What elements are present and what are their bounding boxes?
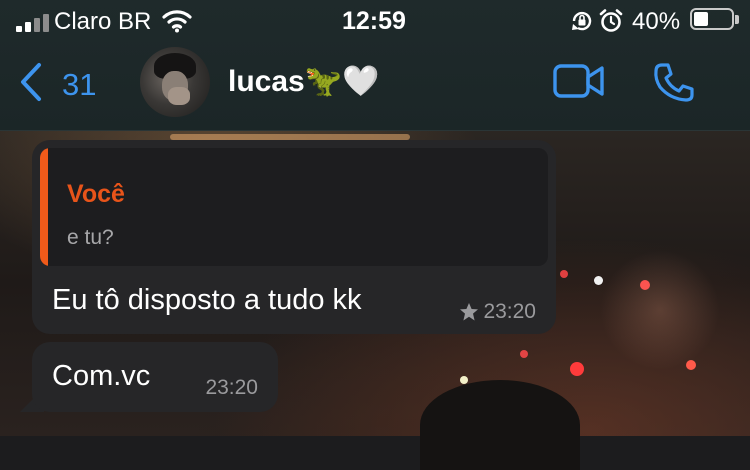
battery-level-fill [694,12,708,26]
message-meta: 23:20 [459,300,536,324]
quoted-reply[interactable]: Você e tu? [40,148,548,266]
firework-light [594,276,603,285]
unread-count: 31 [62,66,97,102]
message-time: 23:20 [205,376,258,399]
contact-name[interactable]: lucas🦖🤍 [228,64,379,99]
firework-light [570,362,584,376]
silhouette [420,380,580,470]
message-time: 23:20 [483,300,536,323]
firework-light [460,376,468,384]
back-button[interactable]: 31 [18,62,96,107]
incoming-message-bubble[interactable]: Com.vc 23:20 [32,342,278,412]
message-meta: 23:20 [205,376,258,400]
firework-light [560,270,568,278]
avatar[interactable] [140,47,210,117]
video-call-button[interactable] [552,62,606,105]
battery-icon [690,8,739,30]
carrier-label: Claro BR [54,8,152,35]
quote-text: e tu? [67,226,114,249]
status-bar: Claro BR 12:59 40% [0,0,750,42]
signal-icon [16,14,49,32]
chevron-left-icon [18,62,44,107]
quote-author: Você [67,180,125,208]
firework-glow [600,250,720,370]
battery-percent: 40% [632,8,681,35]
rotation-lock-icon [570,9,594,38]
chat-header: Claro BR 12:59 40% 31 lucas🦖🤍 [0,0,750,131]
star-icon [460,303,479,321]
alarm-icon [598,8,624,39]
wifi-icon [162,9,192,38]
clock-time: 12:59 [342,7,406,35]
voice-call-button[interactable] [652,62,696,109]
incoming-message-bubble[interactable]: Você e tu? Eu tô disposto a tudo kk 23:2… [32,140,556,334]
quote-accent-bar [40,148,48,266]
message-text: Com.vc [52,360,151,392]
video-camera-icon [553,64,604,98]
phone-icon [654,63,694,102]
firework-light [520,350,528,358]
message-text: Eu tô disposto a tudo kk [52,284,362,316]
